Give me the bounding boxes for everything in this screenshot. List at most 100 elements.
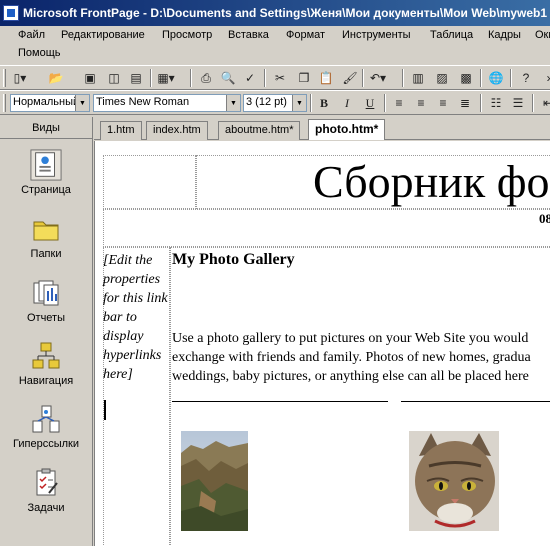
table-cell-empty[interactable] [103, 155, 196, 209]
align-right-icon[interactable]: ≡ [433, 94, 453, 112]
gallery-description: Use a photo gallery to put pictures on y… [172, 329, 550, 386]
toolbar-separator [532, 94, 534, 112]
toolbar-grip[interactable] [3, 94, 6, 112]
insert-table-icon[interactable]: ▩ [456, 69, 476, 87]
bold-icon[interactable]: B [314, 94, 334, 112]
paste-icon[interactable]: 📋 [316, 69, 336, 87]
toolbar-separator [384, 94, 386, 112]
insert-picture-icon[interactable]: ▨ [432, 69, 452, 87]
print-preview-icon[interactable]: 🔍 [218, 69, 238, 87]
view-tasks-label: Задачи [27, 502, 65, 514]
view-tasks[interactable]: Задачи [0, 463, 92, 525]
menu-help[interactable]: Помощь [18, 47, 61, 59]
folder-icon [30, 213, 62, 245]
standard-toolbar: ▯▾ 📂 ▣ ◫ ▤ ▦▾ ⎙ 🔍 ✓ ✂ ❐ 📋 🖌 ↶▾ ▥ ▨ ▩ 🌐 ?… [0, 65, 550, 90]
description-line: Use a photo gallery to put pictures on y… [172, 331, 529, 346]
toolbar-separator [510, 69, 512, 87]
cut-icon[interactable]: ✂ [270, 69, 290, 87]
open-folder-icon[interactable]: 📂 [46, 69, 66, 87]
toolbar-separator [402, 69, 404, 87]
undo-icon[interactable]: ↶▾ [368, 69, 388, 87]
tab-aboutme-htm[interactable]: aboutme.htm* [218, 121, 301, 140]
publish-icon[interactable]: ◫ [104, 69, 124, 87]
insert-component-icon[interactable]: ▥ [408, 69, 428, 87]
decrease-indent-icon[interactable]: ⇤ [538, 94, 550, 112]
view-folders[interactable]: Папки [0, 209, 92, 271]
menu-bar: Файл Редактирование Просмотр Вставка Фор… [0, 26, 550, 66]
views-bar: Виды Страница Папки Отчеты Навигация Гип… [0, 117, 93, 546]
views-icon[interactable]: ▦▾ [156, 69, 176, 87]
bulleted-list-icon[interactable]: ☰ [508, 94, 528, 112]
menu-table[interactable]: Таблица [430, 29, 473, 41]
font-select[interactable]: Times New Roman ▼ [93, 94, 241, 112]
tab-photo-htm[interactable]: photo.htm* [308, 119, 386, 140]
document-tabs: 1.htm index.htm aboutme.htm* photo.htm* [94, 117, 550, 140]
gallery-heading: My Photo Gallery [172, 251, 295, 268]
chevron-down-icon[interactable]: ▼ [75, 95, 89, 111]
view-folders-label: Папки [30, 248, 62, 260]
cat-photo[interactable] [409, 431, 499, 531]
view-hyperlinks[interactable]: Гиперссылки [0, 399, 92, 461]
menu-format[interactable]: Формат [286, 29, 325, 41]
align-center-icon[interactable]: ≡ [411, 94, 431, 112]
style-select[interactable]: Нормальный ▼ [10, 94, 90, 112]
font-select-value: Times New Roman [96, 96, 190, 108]
toolbar-separator [310, 94, 312, 112]
toolbar-chevron-icon[interactable]: » [540, 69, 550, 87]
tab-index-htm[interactable]: index.htm [146, 121, 208, 140]
horizontal-rule [172, 401, 388, 402]
menu-window[interactable]: Окно [535, 29, 550, 41]
font-size-value: 3 (12 pt) [246, 96, 287, 108]
numbered-list-icon[interactable]: ☷ [486, 94, 506, 112]
date-cell[interactable] [103, 209, 550, 247]
view-navigation-label: Навигация [18, 375, 74, 387]
font-size-select[interactable]: 3 (12 pt) ▼ [243, 94, 307, 112]
description-line: exchange with friends and family. Photos… [172, 350, 531, 365]
spelling-icon[interactable]: ✓ [240, 69, 260, 87]
view-reports[interactable]: Отчеты [0, 273, 92, 335]
views-header: Виды [0, 117, 92, 139]
title-bar: Microsoft FrontPage - D:\Documents and S… [0, 0, 550, 26]
hyperlinks-icon [30, 403, 62, 435]
align-left-icon[interactable]: ≡ [389, 94, 409, 112]
menu-file[interactable]: Файл [18, 29, 45, 41]
format-painter-icon[interactable]: 🖌 [340, 69, 360, 87]
chevron-down-icon[interactable]: ▼ [292, 95, 306, 111]
new-page-icon[interactable]: ▯▾ [10, 69, 30, 87]
chevron-down-icon[interactable]: ▼ [226, 95, 240, 111]
menu-view[interactable]: Просмотр [162, 29, 212, 41]
toolbar-grip[interactable] [3, 69, 6, 87]
view-page-label: Страница [21, 184, 71, 196]
view-navigation[interactable]: Навигация [0, 336, 92, 398]
toolbar-separator [150, 69, 152, 87]
justify-icon[interactable]: ≣ [455, 94, 475, 112]
toolbar-separator [480, 69, 482, 87]
page-view-icon [30, 149, 62, 181]
page-editor[interactable]: Сборник фо 08 [Edit the properties for t… [94, 141, 550, 546]
tasks-icon [30, 467, 62, 499]
formatting-toolbar: Нормальный ▼ Times New Roman ▼ 3 (12 pt)… [0, 90, 550, 115]
style-select-value: Нормальный [13, 96, 80, 108]
print-icon[interactable]: ⎙ [196, 69, 216, 87]
view-reports-label: Отчеты [26, 312, 66, 324]
hyperlink-icon[interactable]: 🌐 [486, 69, 506, 87]
canyon-photo[interactable] [181, 431, 248, 531]
underline-icon[interactable]: U [360, 94, 380, 112]
folder-list-icon[interactable]: ▤ [126, 69, 146, 87]
page-banner: Сборник фо [313, 156, 550, 207]
date-text: 08 [539, 211, 550, 226]
tab-1-htm[interactable]: 1.htm [100, 121, 142, 140]
menu-edit[interactable]: Редактирование [61, 29, 145, 41]
view-hyperlinks-label: Гиперссылки [13, 438, 79, 450]
italic-icon[interactable]: I [337, 94, 357, 112]
frontpage-app-icon[interactable] [3, 5, 19, 21]
menu-tools[interactable]: Инструменты [342, 29, 411, 41]
link-bar-placeholder[interactable]: [Edit the properties for this link bar t… [103, 251, 169, 384]
menu-frames[interactable]: Кадры [488, 29, 521, 41]
window-title: Microsoft FrontPage - D:\Documents and S… [23, 6, 548, 20]
help-icon[interactable]: ? [516, 69, 536, 87]
save-icon[interactable]: ▣ [80, 69, 100, 87]
view-page[interactable]: Страница [0, 145, 92, 207]
copy-icon[interactable]: ❐ [294, 69, 314, 87]
menu-insert[interactable]: Вставка [228, 29, 269, 41]
